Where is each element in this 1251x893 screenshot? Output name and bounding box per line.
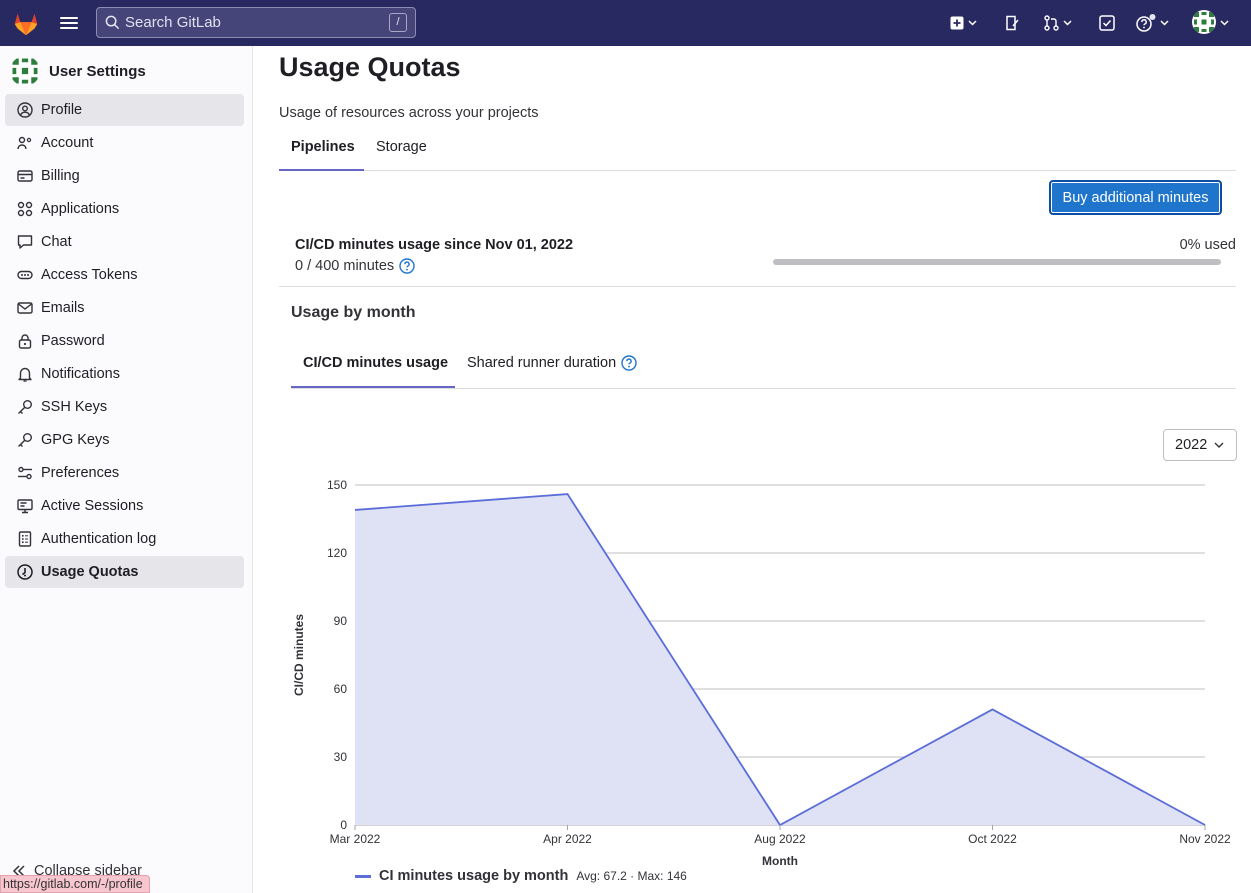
sidebar-item-label: Emails — [41, 300, 85, 316]
x-tick-label: Mar 2022 — [330, 832, 381, 846]
preferences-icon — [17, 465, 33, 481]
sidebar-item-label: Access Tokens — [41, 267, 138, 283]
todo-checkbox-icon — [1099, 15, 1115, 31]
sidebar-item-applications[interactable]: Applications — [5, 193, 244, 225]
chevron-down-icon — [1063, 20, 1072, 26]
sidebar-item-active-sessions[interactable]: Active Sessions — [5, 490, 244, 522]
y-tick-label: 0 — [340, 818, 347, 832]
sidebar-item-label: Applications — [41, 201, 120, 217]
sidebar-title: User Settings — [49, 62, 146, 80]
sidebar-item-chat[interactable]: Chat — [5, 226, 244, 258]
profile-icon — [17, 102, 33, 118]
sidebar-item-password[interactable]: Password — [5, 325, 244, 357]
quota-icon — [17, 564, 33, 580]
sidebar-item-billing[interactable]: Billing — [5, 160, 244, 192]
merge-request-icon — [1044, 15, 1059, 31]
sidebar-item-label: SSH Keys — [41, 399, 108, 415]
sidebar-item-label: Profile — [41, 102, 83, 118]
search-icon — [105, 15, 120, 30]
y-tick-label: 120 — [327, 546, 347, 560]
status-url-tooltip: https://gitlab.com/-/profile — [0, 875, 150, 893]
sidebar-item-label: Account — [41, 135, 94, 151]
sidebar-item-label: Password — [41, 333, 105, 349]
sidebar-item-label: Chat — [41, 234, 72, 250]
monitor-icon — [17, 498, 33, 514]
sidebar-item-label: Usage Quotas — [41, 564, 139, 580]
lock-icon — [17, 333, 33, 349]
sidebar-item-profile[interactable]: Profile — [5, 94, 244, 126]
sidebar-header[interactable]: User Settings — [10, 56, 146, 86]
key-icon — [17, 399, 33, 415]
chevron-down-icon — [968, 20, 977, 26]
sidebar-item-account[interactable]: Account — [5, 127, 244, 159]
sidebar-item-notifications[interactable]: Notifications — [5, 358, 244, 390]
chevron-down-icon — [1220, 20, 1229, 26]
help-menu-button[interactable] — [1136, 12, 1169, 34]
user-avatar[interactable] — [1192, 10, 1216, 34]
chat-icon — [17, 234, 33, 250]
sidebar-item-emails[interactable]: Emails — [5, 292, 244, 324]
legend-swatch — [355, 874, 371, 878]
x-tick-label: Oct 2022 — [968, 832, 1017, 846]
sidebar-item-preferences[interactable]: Preferences — [5, 457, 244, 489]
y-tick-label: 150 — [327, 478, 347, 492]
top-navbar: / — [0, 0, 1251, 46]
sidebar-item-gpg-keys[interactable]: GPG Keys — [5, 424, 244, 456]
billing-icon — [17, 168, 33, 184]
sidebar-item-usage-quotas[interactable]: Usage Quotas — [5, 556, 244, 588]
y-axis-label: CI/CD minutes — [292, 614, 306, 696]
issues-icon — [1006, 15, 1019, 31]
sidebar-item-authentication-log[interactable]: Authentication log — [5, 523, 244, 555]
x-tick-label: Nov 2022 — [1179, 832, 1231, 846]
sidebar-item-label: Preferences — [41, 465, 120, 481]
legend-series-name[interactable]: CI minutes usage by month — [379, 868, 568, 884]
main-content: Usage Quotas Usage of resources across y… — [253, 46, 1251, 893]
usage-chart: 0 30 60 90 120 150 Mar 2022 Apr 2022 Aug 2022 Oct… — [292, 478, 1231, 868]
y-tick-label: 90 — [334, 614, 348, 628]
x-tick-label: Apr 2022 — [543, 832, 592, 846]
bell-icon — [17, 366, 33, 382]
series-area — [355, 494, 1205, 825]
search-shortcut-key: / — [389, 13, 407, 32]
sidebar-item-access-tokens[interactable]: Access Tokens — [5, 259, 244, 291]
applications-icon — [17, 201, 33, 217]
y-tick-label: 60 — [334, 682, 348, 696]
sidebar-item-label: Billing — [41, 168, 80, 184]
search-box[interactable]: / — [96, 7, 416, 38]
account-icon — [17, 135, 33, 151]
sidebar: User Settings Profile Account Billing Ap… — [0, 46, 253, 893]
search-input[interactable] — [125, 14, 385, 31]
y-tick-label: 30 — [334, 750, 348, 764]
chart-legend: CI minutes usage by month Avg: 67.2 · Ma… — [355, 868, 687, 884]
email-icon — [17, 300, 33, 316]
key-icon — [17, 432, 33, 448]
chevron-down-icon — [1160, 20, 1169, 26]
issues-button[interactable] — [1005, 12, 1020, 34]
legend-stats: Avg: 67.2 · Max: 146 — [576, 869, 687, 883]
x-axis-label: Month — [762, 854, 798, 868]
token-icon — [17, 267, 33, 283]
sidebar-item-label: Notifications — [41, 366, 120, 382]
gitlab-logo-icon[interactable] — [11, 8, 41, 38]
help-icon — [1136, 14, 1156, 32]
sidebar-item-ssh-keys[interactable]: SSH Keys — [5, 391, 244, 423]
log-icon — [17, 531, 33, 547]
create-new-button[interactable] — [950, 12, 977, 34]
menu-icon[interactable] — [60, 14, 78, 32]
avatar — [10, 56, 40, 86]
merge-requests-button[interactable] — [1044, 12, 1072, 34]
plus-square-icon — [950, 16, 964, 30]
sidebar-item-label: Authentication log — [41, 531, 157, 547]
x-tick-label: Aug 2022 — [754, 832, 806, 846]
sidebar-item-label: GPG Keys — [41, 432, 110, 448]
sidebar-item-label: Active Sessions — [41, 498, 144, 514]
user-menu-chevron[interactable] — [1220, 12, 1229, 34]
todos-button[interactable] — [1099, 12, 1115, 34]
